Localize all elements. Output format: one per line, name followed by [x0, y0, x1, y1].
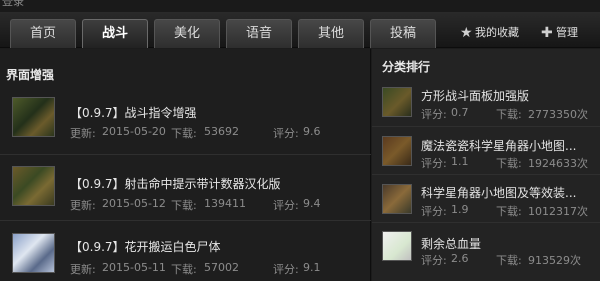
- downloads-count: 139411: [204, 197, 246, 210]
- tab-combat[interactable]: 战斗: [82, 19, 148, 48]
- top-strip: 登录: [0, 0, 600, 12]
- rating-value: 0.7: [451, 106, 469, 119]
- downloads-count: 57002: [204, 261, 239, 274]
- downloads-label: 下载:: [496, 254, 522, 267]
- updated-date: 2015-05-12: [102, 197, 166, 210]
- rating-value: 9.6: [303, 125, 321, 138]
- tab-home[interactable]: 首页: [10, 19, 76, 48]
- updated-label: 更新:: [70, 127, 96, 140]
- login-link[interactable]: 登录: [2, 0, 24, 8]
- rating-label: 评分:: [421, 157, 447, 170]
- list-item[interactable]: 【0.9.7】射击命中提示带计数器汉化版 更新: 2015-05-12 下载: …: [0, 155, 371, 221]
- rating-label: 评分:: [273, 127, 299, 140]
- ranking-item[interactable]: 科学星角器小地图及等效装... 评分: 1.9 下载: 1012317次: [372, 175, 600, 223]
- nav-bar: 首页 战斗 美化 语音 其他 投稿 ★ 我的收藏 ✚ 管理: [0, 12, 600, 48]
- puzzle-icon: ✚: [541, 25, 553, 41]
- item-title[interactable]: 【0.9.7】战斗指令增强: [70, 104, 197, 121]
- tab-beautify[interactable]: 美化: [154, 19, 220, 48]
- manage-link[interactable]: ✚ 管理: [541, 24, 578, 42]
- downloads-label: 下载:: [496, 205, 522, 218]
- ranking-thumbnail[interactable]: [382, 87, 412, 117]
- downloads-label: 下载:: [496, 157, 522, 170]
- rating-label: 评分:: [421, 254, 447, 267]
- downloads-label: 下载:: [171, 127, 197, 140]
- downloads-count: 1012317次: [528, 205, 588, 218]
- item-thumbnail[interactable]: [12, 97, 55, 137]
- rating-value: 2.6: [451, 252, 469, 265]
- ranking-item-title[interactable]: 科学星角器小地图及等效装...: [421, 184, 597, 201]
- item-title[interactable]: 【0.9.7】射击命中提示带计数器汉化版: [70, 175, 281, 192]
- rating-label: 评分:: [273, 199, 299, 212]
- rating-value: 9.1: [303, 261, 321, 274]
- manage-label: 管理: [556, 26, 578, 39]
- right-panel: 分类排行 方形战斗面板加强版 评分: 0.7 下载: 2773350次 魔法瓷瓷…: [372, 49, 600, 281]
- ranking-thumbnail[interactable]: [382, 184, 412, 214]
- ranking-item-title[interactable]: 方形战斗面板加强版: [421, 87, 597, 104]
- updated-label: 更新:: [70, 199, 96, 212]
- ranking-title: 分类排行: [382, 60, 431, 74]
- downloads-count: 53692: [204, 125, 239, 138]
- downloads-label: 下载:: [171, 199, 197, 212]
- tab-voice[interactable]: 语音: [226, 19, 292, 48]
- tab-other[interactable]: 其他: [298, 19, 364, 48]
- tab-submit[interactable]: 投稿: [370, 19, 436, 48]
- downloads-label: 下载:: [496, 108, 522, 121]
- rating-value: 1.9: [451, 203, 469, 216]
- rating-label: 评分:: [421, 205, 447, 218]
- downloads-count: 1924633次: [528, 157, 588, 170]
- updated-date: 2015-05-20: [102, 125, 166, 138]
- ranking-thumbnail[interactable]: [382, 231, 412, 261]
- left-panel: 界面增强 【0.9.7】战斗指令增强 更新: 2015-05-20 下载: 53…: [0, 49, 371, 281]
- rating-value: 9.4: [303, 197, 321, 210]
- item-thumbnail[interactable]: [12, 166, 55, 206]
- downloads-label: 下载:: [171, 263, 197, 276]
- favorites-label: 我的收藏: [475, 26, 519, 39]
- updated-label: 更新:: [70, 263, 96, 276]
- downloads-count: 2773350次: [528, 108, 588, 121]
- list-item[interactable]: 【0.9.7】花开搬运白色尸体 更新: 2015-05-11 下载: 57002…: [0, 221, 371, 281]
- ranking-item[interactable]: 魔法瓷瓷科学星角器小地图... 评分: 1.1 下载: 1924633次: [372, 127, 600, 175]
- ranking-item[interactable]: 剩余总血量 评分: 2.6 下载: 913529次: [372, 223, 600, 271]
- list-item[interactable]: 【0.9.7】战斗指令增强 更新: 2015-05-20 下载: 53692 评…: [0, 89, 371, 155]
- star-icon: ★: [460, 25, 473, 41]
- ranking-thumbnail[interactable]: [382, 136, 412, 166]
- downloads-count: 913529次: [528, 254, 581, 267]
- ranking-item-title[interactable]: 魔法瓷瓷科学星角器小地图...: [421, 137, 597, 154]
- updated-date: 2015-05-11: [102, 261, 166, 274]
- rating-label: 评分:: [421, 108, 447, 121]
- ranking-item-title[interactable]: 剩余总血量: [421, 235, 597, 252]
- item-title[interactable]: 【0.9.7】花开搬运白色尸体: [70, 238, 221, 255]
- favorites-link[interactable]: ★ 我的收藏: [460, 24, 519, 42]
- section-title: 界面增强: [6, 68, 55, 82]
- item-thumbnail[interactable]: [12, 233, 55, 273]
- rating-label: 评分:: [273, 263, 299, 276]
- ranking-item[interactable]: 方形战斗面板加强版 评分: 0.7 下载: 2773350次: [372, 79, 600, 127]
- rating-value: 1.1: [451, 155, 469, 168]
